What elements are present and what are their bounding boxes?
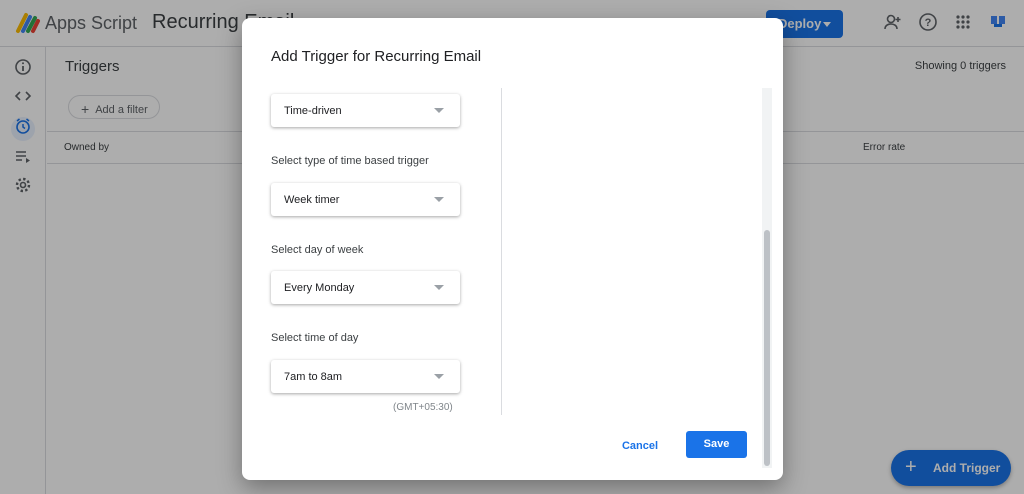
trigger-type-select[interactable]: Week timer bbox=[271, 183, 460, 216]
cancel-button[interactable]: Cancel bbox=[612, 436, 668, 456]
scrollbar[interactable] bbox=[762, 88, 772, 468]
dropdown-arrow-icon bbox=[434, 197, 444, 202]
save-button[interactable]: Save bbox=[686, 431, 747, 458]
trigger-type-label: Select type of time based trigger bbox=[271, 155, 429, 167]
time-of-day-select[interactable]: 7am to 8am bbox=[271, 360, 460, 393]
dialog-title: Add Trigger for Recurring Email bbox=[271, 48, 482, 65]
scrollbar-thumb[interactable] bbox=[764, 230, 770, 466]
dropdown-arrow-icon bbox=[434, 374, 444, 379]
event-source-select[interactable]: Time-driven bbox=[271, 94, 460, 127]
time-of-day-label: Select time of day bbox=[271, 332, 359, 344]
dropdown-arrow-icon bbox=[434, 285, 444, 290]
column-divider bbox=[501, 88, 502, 415]
event-source-value: Time-driven bbox=[284, 105, 342, 117]
dropdown-arrow-icon bbox=[434, 108, 444, 113]
trigger-type-value: Week timer bbox=[284, 194, 340, 206]
time-of-day-value: 7am to 8am bbox=[284, 371, 343, 383]
add-trigger-dialog: Add Trigger for Recurring Email Time-dri… bbox=[242, 18, 783, 480]
day-of-week-label: Select day of week bbox=[271, 244, 364, 256]
timezone-label: (GMT+05:30) bbox=[393, 402, 453, 413]
day-of-week-select[interactable]: Every Monday bbox=[271, 271, 460, 304]
day-of-week-value: Every Monday bbox=[284, 282, 355, 294]
